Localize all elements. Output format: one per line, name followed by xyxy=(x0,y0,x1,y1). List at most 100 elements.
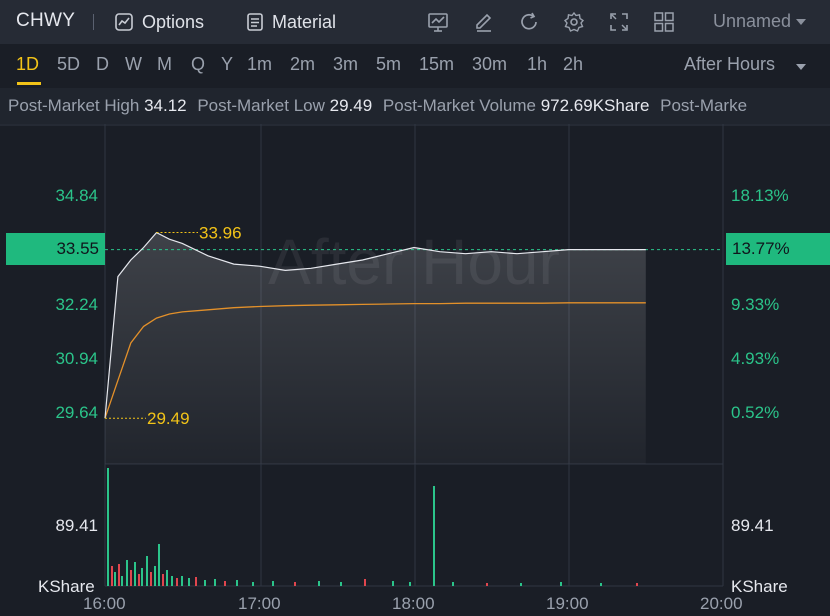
left-axis-label: 32.24 xyxy=(55,295,98,314)
layout-name-dropdown[interactable]: Unnamed xyxy=(713,11,791,32)
volume-bar xyxy=(452,582,454,586)
volume-bar xyxy=(166,570,168,586)
session-dropdown[interactable]: After Hours xyxy=(684,54,775,75)
volume-bar xyxy=(176,578,178,586)
stat-value: 972.69KShare xyxy=(540,96,650,115)
volume-bar xyxy=(188,578,190,586)
right-axis-label: 9.33% xyxy=(731,295,780,314)
period-W[interactable]: W xyxy=(125,54,142,75)
chart-area[interactable]: After Hour 33.96 29.49 34.84 32.24 30.94 2… xyxy=(0,124,830,616)
volume-bar xyxy=(158,544,160,586)
volume-bar xyxy=(141,568,143,586)
volume-bar xyxy=(146,556,148,586)
period-Q[interactable]: Q xyxy=(191,54,205,75)
volume-bar xyxy=(134,562,136,586)
current-price-tag: 33.55 xyxy=(6,233,105,265)
volume-bar xyxy=(204,580,206,586)
period-1D[interactable]: 1D xyxy=(16,54,39,75)
current-pct-tag: 13.77% xyxy=(726,233,830,265)
volume-bar xyxy=(392,581,394,586)
right-axis-label: 0.52% xyxy=(731,403,780,422)
material-button[interactable]: Material xyxy=(246,8,336,36)
stat-label: Post-Market High xyxy=(8,96,140,115)
period-30m[interactable]: 30m xyxy=(472,54,507,75)
grid-layout-icon[interactable] xyxy=(652,10,676,34)
fullscreen-icon[interactable] xyxy=(607,10,631,34)
high-annotation: 33.96 xyxy=(199,224,242,243)
volume-bar xyxy=(409,582,411,586)
period-5m[interactable]: 5m xyxy=(376,54,401,75)
period-3m[interactable]: 3m xyxy=(333,54,358,75)
material-label: Material xyxy=(272,11,337,32)
volume-bar xyxy=(181,576,183,586)
period-1h[interactable]: 1h xyxy=(527,54,547,75)
time-axis-label: 19:00 xyxy=(546,594,589,613)
price-chart[interactable]: After Hour 33.96 29.49 xyxy=(0,124,830,616)
draw-icon[interactable] xyxy=(472,10,496,34)
volume-bar xyxy=(486,583,488,586)
options-icon xyxy=(115,13,133,31)
top-toolbar: CHWY Options Material Unnamed xyxy=(0,0,830,44)
options-label: Options xyxy=(142,11,205,32)
time-axis-label: 18:00 xyxy=(392,594,435,613)
volume-bar xyxy=(364,579,366,586)
volume-bar xyxy=(433,486,435,586)
stat-label: Post-Market Volume xyxy=(382,96,536,115)
left-axis-label: 30.94 xyxy=(55,349,98,368)
volume-bar xyxy=(154,566,156,586)
volume-bar xyxy=(162,574,164,586)
period-5D[interactable]: 5D xyxy=(57,54,80,75)
volume-bar xyxy=(520,583,522,586)
time-axis-label: 16:00 xyxy=(83,594,126,613)
period-2m[interactable]: 2m xyxy=(290,54,315,75)
volume-bar xyxy=(252,582,254,586)
left-axis-label: 29.64 xyxy=(55,403,98,422)
volume-bar xyxy=(111,566,113,586)
volume-bar xyxy=(272,581,274,586)
volume-bar xyxy=(138,574,140,586)
period-D[interactable]: D xyxy=(96,54,109,75)
volume-bar xyxy=(294,582,296,586)
refresh-icon[interactable] xyxy=(517,10,541,34)
toolbar-separator xyxy=(93,14,94,30)
volume-bar xyxy=(130,570,132,586)
chevron-down-icon[interactable] xyxy=(796,64,806,70)
low-annotation: 29.49 xyxy=(147,409,190,428)
options-button[interactable]: Options xyxy=(114,8,204,36)
volume-bar xyxy=(224,581,226,586)
volume-bar xyxy=(150,572,152,586)
stat-value: 34.12 xyxy=(144,96,187,115)
right-axis-label: 4.93% xyxy=(731,349,780,368)
volume-bar xyxy=(560,582,562,586)
stat-label: Post-Marke xyxy=(660,96,748,115)
left-axis-label: 34.84 xyxy=(55,186,98,205)
volume-bar xyxy=(171,576,173,586)
period-M[interactable]: M xyxy=(157,54,172,75)
chart-watermark: After Hour xyxy=(268,226,560,298)
volume-bar xyxy=(340,582,342,586)
ticker-symbol[interactable]: CHWY xyxy=(16,10,75,32)
volume-bar xyxy=(236,580,238,586)
right-axis-label: 18.13% xyxy=(731,186,789,205)
stat-label: Post-Market Low xyxy=(197,96,325,115)
period-Y[interactable]: Y xyxy=(221,54,233,75)
indicator-icon[interactable] xyxy=(426,10,450,34)
volume-bar xyxy=(600,583,602,586)
period-selector: 1D 5D D W M Q Y 1m 2m 3m 5m 15m 30m 1h 2… xyxy=(0,44,830,88)
volume-bar xyxy=(114,572,116,586)
volume-bar xyxy=(195,577,197,586)
document-icon xyxy=(247,13,263,31)
period-2h[interactable]: 2h xyxy=(563,54,583,75)
chevron-down-icon[interactable] xyxy=(796,19,806,25)
volume-bar xyxy=(126,560,128,586)
time-axis-label: 20:00 xyxy=(700,594,743,613)
time-axis-label: 17:00 xyxy=(238,594,281,613)
period-1m[interactable]: 1m xyxy=(247,54,272,75)
volume-axis-label: 89.41 xyxy=(55,516,98,535)
volume-bar xyxy=(318,581,320,586)
volume-bar xyxy=(121,576,123,586)
stat-value: 29.49 xyxy=(329,96,373,115)
active-period-indicator xyxy=(17,82,41,85)
period-15m[interactable]: 15m xyxy=(419,54,454,75)
settings-icon[interactable] xyxy=(562,10,586,34)
